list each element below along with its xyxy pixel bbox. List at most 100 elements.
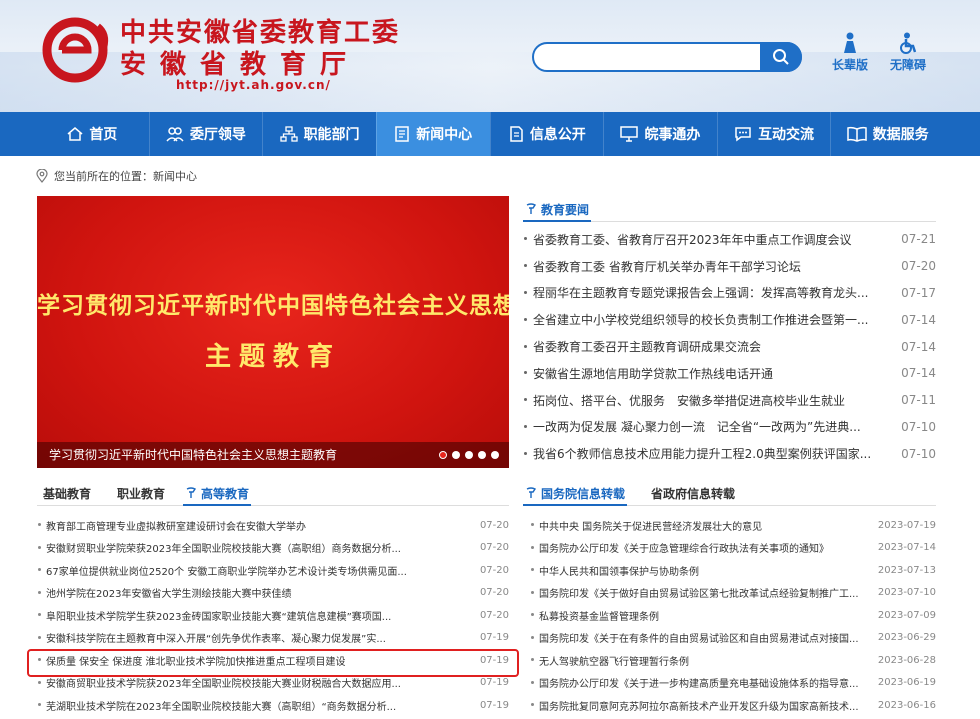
list-item-title[interactable]: 保质量 保安全 保进度 淮北职业技术学院加快推进重点工程项目建设 bbox=[37, 653, 465, 668]
list-item-title[interactable]: 安徽省生源地信用助学贷款工作热线电话开通 bbox=[523, 365, 886, 382]
chat-icon bbox=[735, 127, 751, 142]
slide-dot[interactable] bbox=[452, 451, 460, 459]
list-item-date: 2023-07-09 bbox=[877, 609, 936, 621]
list-item[interactable]: 中共中央 国务院关于促进民营经济发展壮大的意见 2023-07-19 bbox=[530, 514, 936, 537]
list-item-title[interactable]: 省委教育工委 省教育厅机关举办青年干部学习论坛 bbox=[523, 258, 886, 275]
slide-dot[interactable] bbox=[439, 451, 447, 459]
list-item-title[interactable]: 国务院印发《关于做好自由贸易试验区第七批改革试点经验复制推广工... bbox=[530, 585, 866, 600]
list-item[interactable]: 保质量 保安全 保进度 淮北职业技术学院加快推进重点工程项目建设 07-19 bbox=[37, 649, 509, 672]
slide-dot[interactable] bbox=[478, 451, 486, 459]
slide-dot[interactable] bbox=[465, 451, 473, 459]
list-item-title[interactable]: 国务院批复同意阿克苏阿拉尔高新技术产业开发区升级为国家高新技术... bbox=[530, 698, 866, 713]
list-item-title[interactable]: 67家单位提供就业岗位2520个 安徽工商职业学院举办艺术设计类专场供需见面..… bbox=[37, 563, 465, 578]
nav-item-info-public[interactable]: 信息公开 bbox=[489, 112, 604, 156]
tab-vocational-edu[interactable]: 职业教育 bbox=[117, 481, 165, 505]
list-item[interactable]: 67家单位提供就业岗位2520个 安徽工商职业学院举办艺术设计类专场供需见面..… bbox=[37, 559, 509, 582]
nav-item-news-center[interactable]: 新闻中心 bbox=[375, 112, 490, 156]
tab-higher-edu[interactable]: 高等教育 bbox=[183, 482, 252, 506]
list-item[interactable]: 国务院办公厅印发《关于应急管理综合行政执法有关事项的通知》 2023-07-14 bbox=[530, 537, 936, 560]
list-item-title[interactable]: 省委教育工委召开主题教育调研成果交流会 bbox=[523, 338, 886, 355]
location-icon bbox=[36, 169, 48, 183]
tab-label: 高等教育 bbox=[201, 486, 250, 501]
nav-item-interaction[interactable]: 互动交流 bbox=[716, 112, 831, 156]
featured-slide[interactable]: 学习贯彻习近平新时代中国特色社会主义思想 主题教育 学习贯彻习近平新时代中国特色… bbox=[37, 196, 509, 468]
nav-item-departments[interactable]: 职能部门 bbox=[262, 112, 376, 156]
list-item-title[interactable]: 拓岗位、搭平台、优服务 安徽多举措促进高校毕业生就业 bbox=[523, 392, 886, 409]
tab-state-council[interactable]: 国务院信息转载 bbox=[523, 482, 628, 506]
slide-dot[interactable] bbox=[491, 451, 499, 459]
nav-label: 皖事通办 bbox=[644, 127, 701, 143]
tab-basic-edu[interactable]: 基础教育 bbox=[43, 481, 91, 505]
list-item-date: 07-21 bbox=[901, 232, 936, 247]
pin-icon bbox=[526, 203, 537, 214]
list-item-title[interactable]: 国务院办公厅印发《关于进一步构建高质量充电基础设施体系的指导意... bbox=[530, 675, 866, 690]
list-item-title[interactable]: 安徽商贸职业技术学院获2023年全国职业院校技能大赛业财税融合大数据应用... bbox=[37, 675, 465, 690]
list-item[interactable]: 无人驾驶航空器飞行管理暂行条例 2023-06-28 bbox=[530, 649, 936, 672]
home-icon bbox=[67, 127, 83, 141]
list-item-date: 2023-06-19 bbox=[877, 677, 936, 689]
list-item-title[interactable]: 私募投资基金监督管理条例 bbox=[530, 608, 866, 623]
wheelchair-icon bbox=[900, 32, 917, 54]
edu-news-list: 省委教育工委、省教育厅召开2023年年中重点工作调度会议 07-21 省委教育工委 … bbox=[523, 226, 936, 467]
list-item[interactable]: 教育部工商管理专业虚拟教研室建设研讨会在安徽大学举办 07-20 bbox=[37, 514, 509, 537]
list-item[interactable]: 池州学院在2023年安徽省大学生测绘技能大赛中获佳绩 07-20 bbox=[37, 582, 509, 605]
list-item-title[interactable]: 教育部工商管理专业虚拟教研室建设研讨会在安徽大学举办 bbox=[37, 518, 465, 533]
pin-icon bbox=[526, 487, 537, 498]
list-item-title[interactable]: 全省建立中小学校党组织领导的校长负责制工作推进会暨第一... bbox=[523, 311, 886, 328]
list-item-title[interactable]: 程丽华在主题教育专题党课报告会上强调：发挥高等教育龙头... bbox=[523, 284, 886, 301]
list-item-title[interactable]: 国务院办公厅印发《关于应急管理综合行政执法有关事项的通知》 bbox=[530, 540, 866, 555]
site-title-line2: 安徽省教育厅 bbox=[120, 50, 361, 80]
gov-info-header: 国务院信息转载 省政府信息转载 bbox=[523, 482, 936, 506]
accessibility-button[interactable]: 无障碍 bbox=[883, 32, 933, 73]
list-item[interactable]: 国务院印发《关于做好自由贸易试验区第七批改革试点经验复制推广工... 2023-0… bbox=[530, 582, 936, 605]
list-item-title[interactable]: 池州学院在2023年安徽省大学生测绘技能大赛中获佳绩 bbox=[37, 585, 465, 600]
elder-mode-button[interactable]: 长辈版 bbox=[825, 32, 875, 73]
nav-item-services[interactable]: 皖事通办 bbox=[603, 112, 717, 156]
list-item-title[interactable]: 安徽科技学院在主题教育中深入开展“创先争优作表率、凝心聚力促发展”实... bbox=[37, 630, 465, 645]
list-item[interactable]: 私募投资基金监督管理条例 2023-07-09 bbox=[530, 604, 936, 627]
list-item[interactable]: 芜湖职业技术学院在2023年全国职业院校技能大赛（高职组）“商务数据分析... 0… bbox=[37, 694, 509, 717]
list-item[interactable]: 省委教育工委召开主题教育调研成果交流会 07-14 bbox=[523, 333, 936, 360]
list-item-title[interactable]: 无人驾驶航空器飞行管理暂行条例 bbox=[530, 653, 866, 668]
list-item-date: 07-19 bbox=[479, 677, 509, 689]
list-item[interactable]: 国务院印发《关于在有条件的自由贸易试验区和自由贸易港试点对接国... 2023-0… bbox=[530, 627, 936, 650]
nav-item-home[interactable]: 首页 bbox=[36, 112, 149, 156]
list-item-date: 2023-06-16 bbox=[877, 699, 936, 711]
users-icon bbox=[166, 127, 184, 142]
tab-edu-news[interactable]: 教育要闻 bbox=[523, 198, 592, 222]
list-item-title[interactable]: 一改两为促发展 凝心聚力创一流 记全省“一改两为”先进典... bbox=[523, 418, 886, 435]
list-item[interactable]: 安徽省生源地信用助学贷款工作热线电话开通 07-14 bbox=[523, 360, 936, 387]
list-item[interactable]: 国务院办公厅印发《关于进一步构建高质量充电基础设施体系的指导意... 2023-0… bbox=[530, 672, 936, 695]
list-item[interactable]: 安徽商贸职业技术学院获2023年全国职业院校技能大赛业财税融合大数据应用... 0… bbox=[37, 672, 509, 695]
list-item[interactable]: 中华人民共和国领事保护与协助条例 2023-07-13 bbox=[530, 559, 936, 582]
list-item[interactable]: 我省6个教师信息技术应用能力提升工程2.0典型案例获评国家... 07-10 bbox=[523, 440, 936, 467]
list-item-title[interactable]: 省委教育工委、省教育厅召开2023年年中重点工作调度会议 bbox=[523, 231, 886, 248]
list-item[interactable]: 程丽华在主题教育专题党课报告会上强调：发挥高等教育龙头... 07-17 bbox=[523, 280, 936, 307]
nav-item-leaders[interactable]: 委厅领导 bbox=[148, 112, 263, 156]
list-item[interactable]: 阜阳职业技术学院学生获2023金砖国家职业技能大赛“建筑信息建模”赛项国... 0… bbox=[37, 604, 509, 627]
list-item-date: 07-14 bbox=[901, 312, 936, 327]
list-item[interactable]: 省委教育工委、省教育厅召开2023年年中重点工作调度会议 07-21 bbox=[523, 226, 936, 253]
list-item-title[interactable]: 安徽财贸职业学院荣获2023年全国职业院校技能大赛（高职组）商务数据分析... bbox=[37, 540, 465, 555]
list-item-title[interactable]: 芜湖职业技术学院在2023年全国职业院校技能大赛（高职组）“商务数据分析... bbox=[37, 698, 465, 713]
list-item-title[interactable]: 阜阳职业技术学院学生获2023金砖国家职业技能大赛“建筑信息建模”赛项国... bbox=[37, 608, 465, 623]
list-item-title[interactable]: 中共中央 国务院关于促进民营经济发展壮大的意见 bbox=[530, 518, 866, 533]
list-item[interactable]: 国务院批复同意阿克苏阿拉尔高新技术产业开发区升级为国家高新技术... 2023-0… bbox=[530, 694, 936, 717]
tab-provincial-gov[interactable]: 省政府信息转载 bbox=[651, 481, 735, 505]
list-item-title[interactable]: 中华人民共和国领事保护与协助条例 bbox=[530, 563, 866, 578]
list-item-date: 07-19 bbox=[479, 654, 509, 666]
list-item[interactable]: 安徽财贸职业学院荣获2023年全国职业院校技能大赛（高职组）商务数据分析... 0… bbox=[37, 537, 509, 560]
list-item[interactable]: 全省建立中小学校党组织领导的校长负责制工作推进会暨第一... 07-14 bbox=[523, 306, 936, 333]
list-item[interactable]: 一改两为促发展 凝心聚力创一流 记全省“一改两为”先进典... 07-10 bbox=[523, 414, 936, 441]
list-item-date: 07-14 bbox=[901, 339, 936, 354]
list-item[interactable]: 安徽科技学院在主题教育中深入开展“创先争优作表率、凝心聚力促发展”实... 07-… bbox=[37, 627, 509, 650]
list-item[interactable]: 拓岗位、搭平台、优服务 安徽多举措促进高校毕业生就业 07-11 bbox=[523, 387, 936, 414]
list-item-title[interactable]: 国务院印发《关于在有条件的自由贸易试验区和自由贸易港试点对接国... bbox=[530, 630, 866, 645]
slide-headline: 学习贯彻习近平新时代中国特色社会主义思想 bbox=[37, 293, 509, 319]
list-item-title[interactable]: 我省6个教师信息技术应用能力提升工程2.0典型案例获评国家... bbox=[523, 445, 886, 462]
list-item[interactable]: 省委教育工委 省教育厅机关举办青年干部学习论坛 07-20 bbox=[523, 253, 936, 280]
nav-item-data-services[interactable]: 数据服务 bbox=[830, 112, 944, 156]
search-button[interactable] bbox=[760, 42, 802, 72]
monitor-icon bbox=[620, 126, 639, 142]
nav-label: 职能部门 bbox=[303, 127, 360, 143]
